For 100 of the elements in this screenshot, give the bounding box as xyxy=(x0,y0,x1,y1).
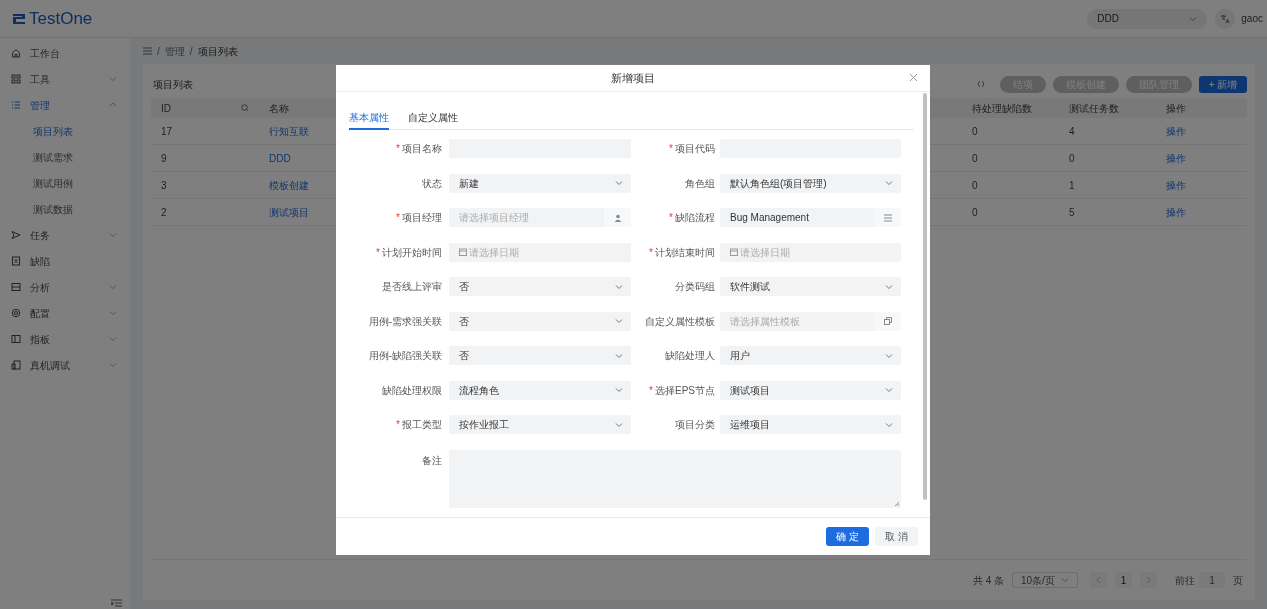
field-label: 是否线上评审 xyxy=(381,280,443,294)
search-icon[interactable] xyxy=(241,104,249,112)
next-page-button[interactable] xyxy=(1140,572,1157,588)
table-link[interactable]: 操作 xyxy=(1166,152,1186,164)
project-select[interactable]: DDD xyxy=(1087,8,1208,29)
table-cell: 0 xyxy=(972,206,978,218)
table-link[interactable]: DDD xyxy=(269,152,291,164)
sidebar-subitem[interactable]: 测试数据 xyxy=(0,196,130,222)
table-cell: 4 xyxy=(1069,125,1075,137)
select-field[interactable]: 用户 xyxy=(720,346,901,365)
copy-icon xyxy=(883,317,892,325)
field-label: * 缺陷流程 xyxy=(668,211,716,225)
calendar-icon xyxy=(459,248,467,256)
column-header: ID xyxy=(160,101,172,116)
dialog-title: 新增项目 xyxy=(611,70,655,86)
document-icon xyxy=(11,256,21,266)
picker-field[interactable]: 请选择属性模板 xyxy=(720,311,901,331)
translate-button[interactable] xyxy=(1215,8,1236,29)
chevron-down-icon xyxy=(1189,14,1198,23)
field-label: 自定义属性模板 xyxy=(644,314,716,329)
picker-field[interactable]: 请选择项目经理 xyxy=(449,208,631,227)
picker-field[interactable]: Bug Management xyxy=(720,208,901,227)
select-field[interactable]: 新建 xyxy=(449,173,631,193)
chevron-down-icon xyxy=(615,351,623,360)
page-size-select[interactable]: 10条/页 xyxy=(1012,572,1078,588)
chevron-down-icon xyxy=(1061,576,1069,584)
sidebar-item[interactable]: 任务 xyxy=(0,222,130,248)
table-link[interactable]: 操作 xyxy=(1166,125,1186,137)
chevron-down-icon xyxy=(885,282,893,291)
field-label: 角色组 xyxy=(684,176,716,191)
board-icon xyxy=(11,334,21,344)
field-label: 项目分类 xyxy=(674,418,716,432)
field-label: 分类码组 xyxy=(674,280,716,294)
table-cell: 1 xyxy=(1069,179,1075,191)
menu-icon[interactable] xyxy=(143,47,152,55)
sidebar-item[interactable]: 工具 xyxy=(0,66,130,92)
select-field[interactable]: 按作业报工 xyxy=(449,415,631,434)
select-field[interactable]: 流程角色 xyxy=(449,380,631,400)
goto-page-field[interactable]: 1 xyxy=(1199,572,1225,588)
confirm-button[interactable]: 确 定 xyxy=(826,527,870,546)
field-label: * 项目代码 xyxy=(668,142,716,156)
sidebar-subitem[interactable]: 测试需求 xyxy=(0,144,130,170)
table-link[interactable]: 操作 xyxy=(1166,179,1186,191)
resize-handle-icon[interactable] xyxy=(894,500,900,507)
sidebar-item[interactable]: 真机调试 xyxy=(0,352,130,378)
picker-button[interactable] xyxy=(874,208,901,227)
page-unit-label: 页 xyxy=(1233,573,1243,588)
tab[interactable]: 自定义属性 xyxy=(408,110,458,130)
select-field[interactable]: 否 xyxy=(449,311,631,331)
sidebar-subitem[interactable]: 测试用例 xyxy=(0,170,130,196)
sidebar-item[interactable]: 指板 xyxy=(0,326,130,352)
table-link[interactable]: 行知互联 xyxy=(269,125,309,137)
breadcrumb-item: 项目列表 xyxy=(197,44,238,59)
sidebar-item[interactable]: 工作台 xyxy=(0,40,130,66)
previous-page-button[interactable] xyxy=(1090,572,1107,588)
chevron-down-icon xyxy=(615,179,623,187)
breadcrumb-separator: / xyxy=(189,44,193,59)
page-number[interactable]: 1 xyxy=(1115,572,1132,588)
date-field[interactable]: 请选择日期 xyxy=(449,242,631,262)
chevron-down-icon xyxy=(615,282,623,291)
select-field[interactable]: 软件测试 xyxy=(720,277,901,296)
select-field[interactable]: 默认角色组(项目管理) xyxy=(720,173,901,193)
sidebar-item[interactable]: 管理 xyxy=(0,92,130,118)
card-title: 项目列表 xyxy=(152,77,193,92)
sidebar-subitem[interactable]: 项目列表 xyxy=(0,118,130,144)
scrollbar[interactable] xyxy=(923,93,927,500)
select-field[interactable]: 运维项目 xyxy=(720,415,901,434)
cancel-button[interactable]: 取 消 xyxy=(875,527,918,546)
tab[interactable]: 基本属性 xyxy=(349,110,389,130)
column-header: 测试任务数 xyxy=(1068,101,1120,116)
field-label: 备注 xyxy=(421,453,443,468)
picker-button[interactable] xyxy=(604,208,631,227)
field-label: * 项目名称 xyxy=(395,142,443,156)
sidebar-item[interactable]: 缺陷 xyxy=(0,248,130,274)
table-cell: 17 xyxy=(161,125,173,137)
breadcrumb-item[interactable]: 管理 xyxy=(164,43,185,59)
select-field[interactable]: 否 xyxy=(449,346,631,365)
date-field[interactable]: 请选择日期 xyxy=(720,242,901,262)
table-link[interactable]: 测试项目 xyxy=(269,206,309,218)
picker-button[interactable] xyxy=(874,311,901,331)
select-field[interactable]: 否 xyxy=(449,277,631,296)
refresh-icon[interactable] xyxy=(977,80,985,88)
breadcrumb-separator: / xyxy=(157,44,160,59)
person-icon xyxy=(613,213,622,222)
panel-icon xyxy=(11,282,21,292)
chevron-down-icon xyxy=(615,386,623,394)
sidebar-item[interactable]: 配置 xyxy=(0,300,130,326)
close-icon[interactable] xyxy=(910,74,917,81)
add-button[interactable]: + 新增 xyxy=(1199,75,1247,93)
home-icon xyxy=(11,48,21,58)
user-name[interactable]: gaoc xyxy=(1241,11,1263,26)
field-label: 状态 xyxy=(421,176,443,191)
sidebar-item[interactable]: 分析 xyxy=(0,274,130,300)
notes-field[interactable] xyxy=(449,449,901,508)
chevron-down-icon xyxy=(615,317,623,325)
column-header: 待处理缺陷数 xyxy=(971,101,1033,116)
table-link[interactable]: 操作 xyxy=(1166,206,1186,218)
select-field[interactable]: 测试项目 xyxy=(720,380,901,400)
table-link[interactable]: 模板创建 xyxy=(269,179,309,191)
collapse-icon[interactable] xyxy=(111,599,122,607)
